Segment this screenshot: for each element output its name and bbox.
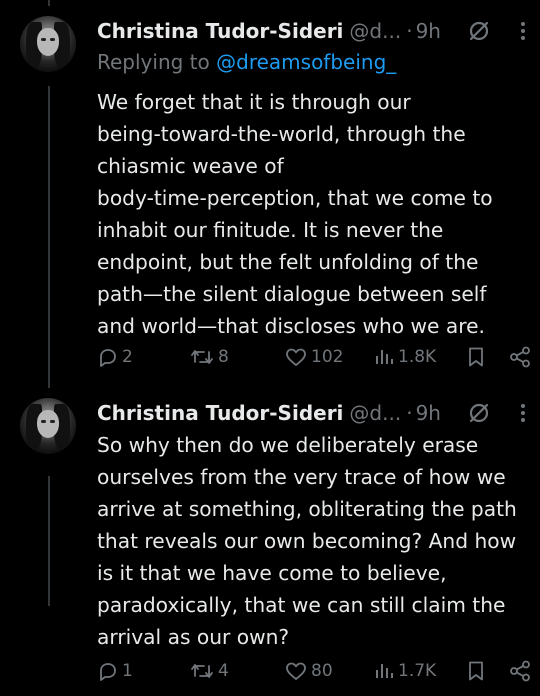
more-icon[interactable] <box>520 403 526 423</box>
views-count: 1.7K <box>398 661 437 681</box>
tweet-text-line: path—the silent dialogue between self <box>97 282 487 306</box>
author-name[interactable]: Christina Tudor-Sideri <box>97 401 343 425</box>
grok-icon[interactable] <box>468 20 490 42</box>
tweet-header: Christina Tudor-Sideri @d... · 9h <box>97 16 441 46</box>
separator: · <box>406 401 413 425</box>
repost-icon <box>191 664 213 678</box>
tweet-text-line: We forget that it is through our <box>97 90 411 114</box>
reply-icon <box>100 349 116 367</box>
tweet-text-line: paradoxically, that we can still claim t… <box>97 593 506 617</box>
bookmark-icon[interactable] <box>466 346 486 368</box>
views-button[interactable]: 1.7K <box>373 660 436 682</box>
timestamp[interactable]: 9h <box>416 19 441 43</box>
repost-count: 4 <box>218 661 229 681</box>
like-count: 80 <box>311 661 333 681</box>
reply-icon <box>100 663 116 681</box>
timestamp[interactable]: 9h <box>416 401 441 425</box>
reply-button[interactable]: 2 <box>97 346 133 368</box>
tweet-text-line: chiasmic weave of <box>97 154 284 178</box>
share-icon[interactable] <box>508 346 532 368</box>
repost-button[interactable]: 4 <box>189 660 229 682</box>
reply-count: 2 <box>122 347 133 367</box>
share-icon[interactable] <box>508 660 532 682</box>
reply-count: 1 <box>122 661 133 681</box>
tweet-text-line: that reveals our own becoming? And how <box>97 529 517 553</box>
tweet-text-line: endpoint, but the felt unfolding of the <box>97 250 479 274</box>
tweet-text-line: ourselves from the very trace of how we <box>97 465 506 489</box>
tweet-text-line: body-time-perception, that we come to <box>97 186 493 210</box>
bookmark-icon[interactable] <box>466 660 486 682</box>
author-name[interactable]: Christina Tudor-Sideri <box>97 19 343 43</box>
tweet-text: So why then do we deliberately erase our… <box>97 429 537 653</box>
author-handle[interactable]: @d... <box>349 19 401 43</box>
author-handle[interactable]: @d... <box>349 401 401 425</box>
tweet-text-line: is it that we have come to believe, <box>97 561 447 585</box>
like-button[interactable]: 80 <box>284 660 333 682</box>
views-icon <box>376 664 393 678</box>
replying-mention[interactable]: @dreamsofbeing_ <box>216 50 396 74</box>
repost-icon <box>191 350 213 364</box>
tweet-header: Christina Tudor-Sideri @d... · 9h <box>97 398 441 428</box>
avatar[interactable] <box>20 16 76 72</box>
tweet-text-line: arrival as our own? <box>97 625 290 649</box>
tweet-text-line: arrive at something, obliterating the pa… <box>97 497 517 521</box>
replying-to: Replying to @dreamsofbeing_ <box>97 50 396 74</box>
like-count: 102 <box>311 347 344 367</box>
avatar[interactable] <box>20 398 76 454</box>
reply-button[interactable]: 1 <box>97 660 133 682</box>
like-icon <box>286 662 306 680</box>
repost-count: 8 <box>218 347 229 367</box>
thread-line-2 <box>48 476 50 606</box>
separator: · <box>406 19 413 43</box>
tweet-text-line: So why then do we deliberately erase <box>97 433 479 457</box>
tweet-text-line: inhabit our finitude. It is never the <box>97 218 444 242</box>
tweet-text-line: and world—that discloses who we are. <box>97 314 485 338</box>
tweet-text: We forget that it is through our being-t… <box>97 86 537 342</box>
more-icon[interactable] <box>520 21 526 41</box>
grok-icon[interactable] <box>468 402 490 424</box>
like-icon <box>286 348 306 366</box>
repost-button[interactable]: 8 <box>189 346 229 368</box>
tweet-text-line: being-toward-the-world, through the <box>97 122 466 146</box>
thread-line-1 <box>48 86 50 388</box>
thread-line-top <box>48 0 50 6</box>
like-button[interactable]: 102 <box>284 346 343 368</box>
views-count: 1.8K <box>398 347 437 367</box>
views-button[interactable]: 1.8K <box>373 346 436 368</box>
views-icon <box>376 350 393 364</box>
replying-prefix: Replying to <box>97 50 210 74</box>
